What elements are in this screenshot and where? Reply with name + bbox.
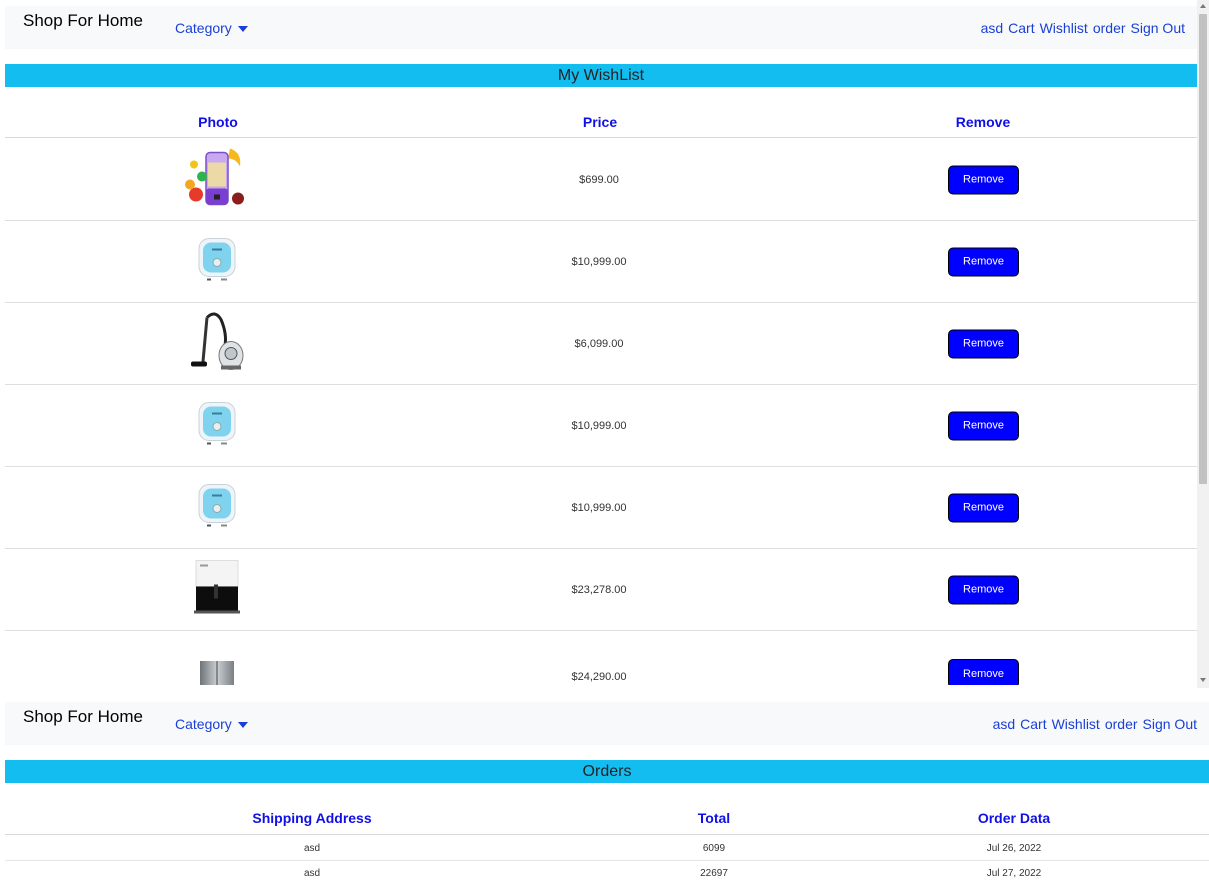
order-row: asd 6099 Jul 26, 2022 bbox=[5, 836, 1209, 861]
juicer-icon bbox=[185, 148, 244, 205]
wishlist-row: $699.00 Remove bbox=[5, 139, 1197, 221]
product-photo bbox=[187, 309, 247, 378]
header-order-date: Order Data bbox=[977, 810, 1051, 826]
wishlist-row: $24,290.00 Remove bbox=[5, 631, 1197, 685]
scrollbar-thumb[interactable] bbox=[1199, 14, 1207, 484]
category-label: Category bbox=[175, 716, 232, 732]
refrigerator-icon bbox=[200, 661, 234, 685]
caret-down-icon bbox=[237, 25, 248, 32]
order-row: asd 22697 Jul 27, 2022 bbox=[5, 861, 1209, 883]
product-photo bbox=[200, 661, 234, 685]
wishlist-table-header: Photo Price Remove bbox=[5, 100, 1197, 138]
remove-button[interactable]: Remove bbox=[948, 411, 1019, 440]
nav-link-order[interactable]: order bbox=[1093, 20, 1126, 36]
caret-down-icon bbox=[237, 721, 248, 728]
scroll-down-icon[interactable] bbox=[1200, 678, 1206, 682]
order-address: asd bbox=[303, 843, 321, 854]
product-price: $6,099.00 bbox=[574, 337, 624, 350]
water-heater-icon bbox=[198, 483, 236, 526]
top-navbar: Shop For Home Category asd Cart Wishlist… bbox=[5, 6, 1197, 49]
scrollbar[interactable] bbox=[1197, 0, 1209, 688]
nav-link-user[interactable]: asd bbox=[993, 716, 1016, 732]
header-remove: Remove bbox=[955, 114, 1011, 130]
remove-button[interactable]: Remove bbox=[948, 493, 1019, 522]
brand-logo[interactable]: Shop For Home bbox=[23, 707, 143, 727]
orders-table-header: Shipping Address Total Order Data bbox=[5, 796, 1209, 835]
category-dropdown[interactable]: Category bbox=[175, 716, 248, 732]
product-price: $10,999.00 bbox=[571, 255, 627, 268]
orders-title: Orders bbox=[5, 760, 1209, 783]
bottom-navbar: Shop For Home Category asd Cart Wishlist… bbox=[5, 702, 1209, 745]
wishlist-row: $10,999.00 Remove bbox=[5, 385, 1197, 467]
wishlist-row: $6,099.00 Remove bbox=[5, 303, 1197, 385]
wishlist-row: $10,999.00 Remove bbox=[5, 467, 1197, 549]
header-price: Price bbox=[582, 114, 618, 130]
product-price: $10,999.00 bbox=[571, 419, 627, 432]
wishlist-row: $10,999.00 Remove bbox=[5, 221, 1197, 303]
order-address: asd bbox=[303, 868, 321, 879]
nav-link-user[interactable]: asd bbox=[981, 20, 1004, 36]
product-photo bbox=[195, 234, 239, 289]
remove-button[interactable]: Remove bbox=[948, 575, 1019, 604]
order-total: 22697 bbox=[700, 868, 728, 879]
vacuum-cleaner-icon bbox=[191, 312, 244, 370]
brand-logo[interactable]: Shop For Home bbox=[23, 11, 143, 31]
nav-links: asd Cart Wishlist order Sign Out bbox=[993, 716, 1197, 732]
product-price: $699.00 bbox=[579, 173, 619, 186]
product-price: $24,290.00 bbox=[571, 671, 627, 683]
header-total: Total bbox=[697, 810, 731, 826]
order-date: Jul 27, 2022 bbox=[986, 868, 1042, 879]
product-photo bbox=[192, 558, 242, 621]
wishlist-title: My WishList bbox=[5, 64, 1197, 87]
water-heater-icon bbox=[198, 237, 236, 280]
remove-button[interactable]: Remove bbox=[948, 659, 1019, 685]
order-date: Jul 26, 2022 bbox=[986, 843, 1042, 854]
wishlist-table: Photo Price Remove $699.00 Remove $10,99… bbox=[5, 100, 1197, 685]
category-dropdown[interactable]: Category bbox=[175, 20, 248, 36]
remove-button[interactable]: Remove bbox=[948, 165, 1019, 194]
product-price: $10,999.00 bbox=[571, 501, 627, 514]
nav-link-cart[interactable]: Cart bbox=[1020, 716, 1046, 732]
remove-button[interactable]: Remove bbox=[948, 247, 1019, 276]
nav-links: asd Cart Wishlist order Sign Out bbox=[981, 20, 1185, 36]
header-shipping-address: Shipping Address bbox=[252, 810, 372, 826]
remove-button[interactable]: Remove bbox=[948, 329, 1019, 358]
nav-link-wishlist[interactable]: Wishlist bbox=[1052, 716, 1100, 732]
water-heater-icon bbox=[198, 401, 236, 444]
order-total: 6099 bbox=[702, 843, 726, 854]
nav-link-sign-out[interactable]: Sign Out bbox=[1143, 716, 1197, 732]
water-purifier-icon bbox=[194, 559, 240, 613]
nav-link-wishlist[interactable]: Wishlist bbox=[1040, 20, 1088, 36]
header-photo: Photo bbox=[198, 114, 238, 130]
nav-link-sign-out[interactable]: Sign Out bbox=[1131, 20, 1185, 36]
product-price: $23,278.00 bbox=[571, 583, 627, 596]
nav-link-cart[interactable]: Cart bbox=[1008, 20, 1034, 36]
nav-link-order[interactable]: order bbox=[1105, 716, 1138, 732]
product-photo bbox=[195, 480, 239, 535]
scroll-up-icon[interactable] bbox=[1200, 4, 1206, 8]
wishlist-row: $23,278.00 Remove bbox=[5, 549, 1197, 631]
product-photo bbox=[182, 142, 252, 217]
product-photo bbox=[195, 398, 239, 453]
category-label: Category bbox=[175, 20, 232, 36]
